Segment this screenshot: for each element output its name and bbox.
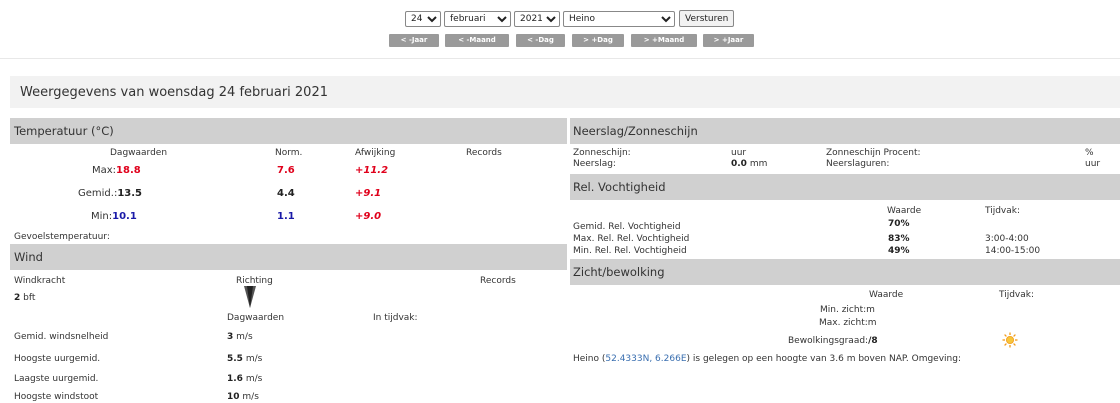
wind-col-rec: Records: [480, 276, 516, 286]
page-title: Weergegevens van woensdag 24 februari 20…: [20, 85, 328, 100]
temp-col-norm: Norm.: [275, 148, 303, 158]
temp-min-value: 10.1: [112, 211, 137, 222]
year-select[interactable]: 2021: [514, 11, 560, 27]
wind-force: 2 bft: [14, 293, 36, 303]
temp-max-value: 18.8: [116, 165, 141, 176]
prev-day-button[interactable]: < -Dag: [516, 34, 565, 47]
wind-direction-arrow-icon: [244, 286, 256, 308]
next-year-button[interactable]: > +Jaar: [703, 34, 754, 47]
temp-max-row: Max:18.8: [92, 165, 141, 176]
rain-hours-unit: uur: [1085, 159, 1101, 169]
wind-high-value: 5.5 m/s: [227, 354, 263, 364]
wind-col-force: Windkracht: [14, 276, 66, 286]
humidity-max-period: 3:00-4:00: [985, 234, 1029, 244]
header-divider: [0, 58, 1120, 59]
temperature-heading: Temperatuur (°C): [14, 124, 114, 138]
humidity-avg-label: Gemid. Rel. Vochtigheid: [573, 222, 681, 232]
prev-month-button[interactable]: < -Maand: [445, 34, 509, 47]
wind-col-day: Dagwaarden: [227, 313, 285, 323]
sun-pct-unit: %: [1085, 148, 1094, 158]
wind-low-label: Laagste uurgemid.: [14, 374, 99, 384]
humidity-min-period: 14:00-15:00: [985, 246, 1041, 256]
temp-max-dev: +11.2: [355, 165, 389, 176]
wind-high-label: Hoogste uurgemid.: [14, 354, 101, 364]
humidity-avg-value: 70%: [888, 219, 910, 229]
temp-avg-dev: +9.1: [355, 188, 382, 199]
wind-header: [10, 244, 567, 270]
sun-pct-label: Zonneschijn Procent:: [826, 148, 921, 158]
visibility-heading: Zicht/bewolking: [573, 265, 665, 279]
next-month-button[interactable]: > +Maand: [631, 34, 697, 47]
feels-like-label: Gevoelstemperatuur:: [14, 232, 110, 242]
humidity-heading: Rel. Vochtigheid: [573, 180, 666, 194]
temp-col-rec: Records: [466, 148, 502, 158]
temp-min-norm: 1.1: [277, 211, 295, 222]
humidity-col-value: Waarde: [887, 206, 922, 216]
wind-col-period: In tijdvak:: [373, 313, 418, 323]
sun-label: Zonneschijn:: [573, 148, 631, 158]
humidity-min-label: Min. Rel. Rel. Vochtigheid: [573, 246, 687, 256]
humidity-min-value: 49%: [888, 246, 910, 256]
cloud-cover: Bewolkingsgraad:/8: [788, 336, 878, 346]
submit-button[interactable]: Versturen: [679, 10, 735, 27]
humidity-max-label: Max. Rel. Rel. Vochtigheid: [573, 234, 690, 244]
month-select[interactable]: februari: [444, 11, 511, 27]
wind-gust-value: 10 m/s: [227, 392, 259, 402]
wind-gust-label: Hoogste windstoot: [14, 392, 99, 402]
visibility-max: Max. zicht:m: [819, 318, 877, 328]
temp-col-dev: Afwijking: [355, 148, 396, 158]
visibility-min: Min. zicht:m: [820, 305, 875, 315]
day-select[interactable]: 24: [405, 11, 441, 27]
prev-year-button[interactable]: < -Jaar: [389, 34, 439, 47]
temp-col-day: Dagwaarden: [110, 148, 168, 158]
temp-avg-value: 13.5: [117, 188, 143, 199]
temp-max-norm: 7.6: [277, 165, 295, 176]
coordinates-link[interactable]: 52.4333N, 6.266E: [605, 354, 686, 364]
wind-low-value: 1.6 m/s: [227, 374, 263, 384]
wind-avg-value: 3 m/s: [227, 332, 253, 342]
rain-label: Neerslag:: [573, 159, 616, 169]
next-day-button[interactable]: > +Dag: [572, 34, 624, 47]
wind-heading: Wind: [14, 250, 43, 264]
sun-icon: [1002, 332, 1018, 348]
visibility-col-value: Waarde: [869, 290, 904, 300]
wind-avg-label: Gemid. windsnelheid: [14, 332, 109, 342]
visibility-col-period: Tijdvak:: [999, 290, 1035, 300]
temp-avg-norm: 4.4: [277, 188, 295, 199]
humidity-max-value: 83%: [888, 234, 910, 244]
precip-heading: Neerslag/Zonneschijn: [573, 124, 698, 138]
temp-min-dev: +9.0: [355, 211, 382, 222]
sun-unit: uur: [731, 148, 747, 158]
rain-value: 0.0 mm: [731, 159, 768, 169]
location-text: Heino (52.4333N, 6.266E) is gelegen op e…: [573, 354, 961, 364]
temp-min-row: Min:10.1: [91, 211, 137, 222]
station-select[interactable]: Heino: [563, 11, 675, 27]
humidity-col-period: Tijdvak:: [985, 206, 1021, 216]
rain-hours-label: Neerslaguren:: [826, 159, 890, 169]
temp-avg-row: Gemid.:13.5: [78, 188, 143, 199]
